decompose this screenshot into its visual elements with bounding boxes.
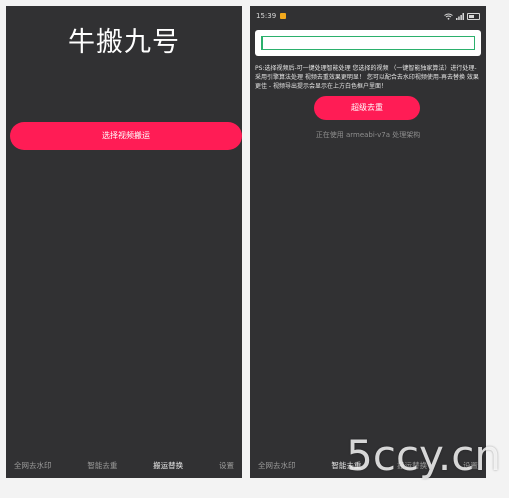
- output-text-field[interactable]: [261, 36, 475, 50]
- super-dedup-button[interactable]: 超级去重: [314, 96, 420, 120]
- nav-item-settings[interactable]: 设置: [219, 460, 234, 471]
- site-watermark: 5ccy.cn: [346, 431, 501, 480]
- battery-icon: [467, 12, 480, 20]
- output-text-box: [255, 30, 481, 56]
- status-right: [444, 12, 480, 20]
- engine-info: 正在使用 armeabi-v7a 处理架构: [315, 131, 421, 139]
- nav-item-move-replace[interactable]: 搬运替换: [153, 460, 183, 471]
- status-left: 15:39: [256, 12, 287, 20]
- bottom-nav: 全网去水印 智能去重 搬运替换 设置: [6, 458, 242, 472]
- wifi-icon: [444, 13, 453, 20]
- notification-icon: [280, 13, 287, 19]
- usage-notice: PS:选择视频后-可一键处理智能处理 您选择的视频 （一键智能独家算法）进行处理…: [255, 65, 479, 90]
- signal-icon: [456, 12, 464, 20]
- screenshot-stage: 牛搬九号 选择视频搬运 全网去水印 智能去重 搬运替换 设置 15:39 PS:…: [0, 0, 509, 498]
- status-bar: 15:39: [250, 6, 486, 26]
- nav-item-watermark[interactable]: 全网去水印: [258, 460, 296, 471]
- status-time: 15:39: [256, 12, 277, 20]
- select-video-button[interactable]: 选择视频搬运: [10, 122, 242, 150]
- app-title: 牛搬九号: [68, 27, 180, 58]
- right-phone-screen: 15:39 PS:选择视频后-可一键处理智能处理 您选择的视频 （一键智能独家算…: [250, 6, 486, 478]
- left-phone-screen: 牛搬九号 选择视频搬运 全网去水印 智能去重 搬运替换 设置: [6, 6, 242, 478]
- nav-item-watermark[interactable]: 全网去水印: [14, 460, 52, 471]
- nav-item-smart-dedup[interactable]: 智能去重: [87, 460, 117, 471]
